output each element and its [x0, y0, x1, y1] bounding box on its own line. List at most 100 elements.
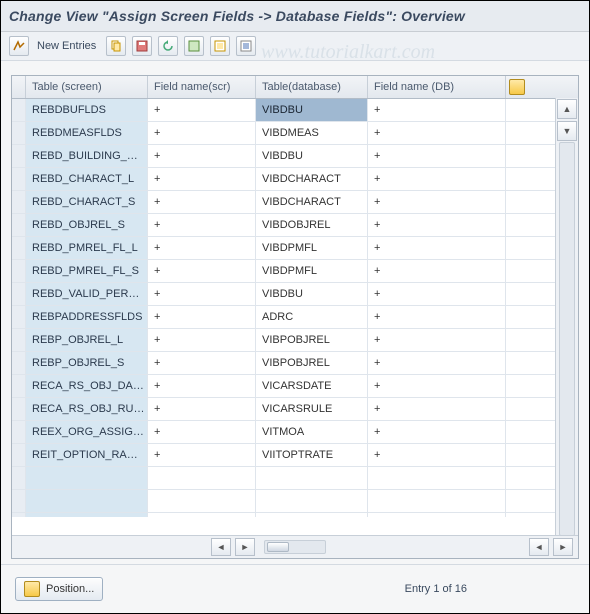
- cell-field-scr[interactable]: +: [148, 145, 256, 167]
- hscroll2-right-button[interactable]: ►: [553, 538, 573, 556]
- cell-table-db[interactable]: VIBDPMFL: [256, 237, 368, 259]
- cell-field-db[interactable]: +: [368, 260, 506, 282]
- table-row[interactable]: REEX_ORG_ASSIG…+VITMOA+: [12, 421, 578, 444]
- row-selector[interactable]: [12, 398, 26, 420]
- cell-field-scr[interactable]: +: [148, 260, 256, 282]
- cell-field-scr[interactable]: +: [148, 329, 256, 351]
- cell-table-db[interactable]: VIBDCHARACT: [256, 191, 368, 213]
- cell-table-screen[interactable]: [26, 490, 148, 512]
- cell-table-db[interactable]: VICARSDATE: [256, 375, 368, 397]
- cell-table-db[interactable]: [256, 513, 368, 517]
- row-selector[interactable]: [12, 283, 26, 305]
- cell-field-db[interactable]: [368, 513, 506, 517]
- table-row[interactable]: REBD_OBJREL_S+VIBDOBJREL+: [12, 214, 578, 237]
- row-selector[interactable]: [12, 260, 26, 282]
- cell-field-db[interactable]: +: [368, 398, 506, 420]
- cell-table-screen[interactable]: REBD_BUILDING_…: [26, 145, 148, 167]
- cell-field-scr[interactable]: +: [148, 398, 256, 420]
- cell-table-db[interactable]: [256, 490, 368, 512]
- cell-field-db[interactable]: +: [368, 444, 506, 466]
- cell-field-db[interactable]: +: [368, 306, 506, 328]
- row-selector[interactable]: [12, 329, 26, 351]
- hscroll-right-button[interactable]: ►: [235, 538, 255, 556]
- cell-table-db[interactable]: VICARSRULE: [256, 398, 368, 420]
- select-all-button[interactable]: [184, 36, 204, 56]
- cell-table-screen[interactable]: REBDBUFLDS: [26, 99, 148, 121]
- row-selector[interactable]: [12, 191, 26, 213]
- undo-button[interactable]: [158, 36, 178, 56]
- cell-field-scr[interactable]: [148, 467, 256, 489]
- cell-table-db[interactable]: VIBPOBJREL: [256, 352, 368, 374]
- deselect-button[interactable]: [210, 36, 230, 56]
- scroll-down-button[interactable]: ▼: [557, 121, 577, 141]
- row-selector-header[interactable]: [12, 76, 26, 98]
- table-row[interactable]: RECA_RS_OBJ_RU…+VICARSRULE+: [12, 398, 578, 421]
- row-selector[interactable]: [12, 467, 26, 489]
- cell-table-db[interactable]: VIBDBU: [256, 283, 368, 305]
- cell-field-db[interactable]: +: [368, 237, 506, 259]
- cell-field-scr[interactable]: [148, 490, 256, 512]
- row-selector[interactable]: [12, 375, 26, 397]
- new-entries-button[interactable]: New Entries: [35, 40, 100, 52]
- row-selector[interactable]: [12, 214, 26, 236]
- cell-table-screen[interactable]: REBD_VALID_PER…: [26, 283, 148, 305]
- cell-table-screen[interactable]: RECA_RS_OBJ_RU…: [26, 398, 148, 420]
- cell-table-screen[interactable]: REBD_PMREL_FL_S: [26, 260, 148, 282]
- row-selector[interactable]: [12, 237, 26, 259]
- row-selector[interactable]: [12, 145, 26, 167]
- cell-field-scr[interactable]: +: [148, 306, 256, 328]
- cell-field-db[interactable]: +: [368, 168, 506, 190]
- cell-field-db[interactable]: [368, 467, 506, 489]
- cell-table-db[interactable]: ADRC: [256, 306, 368, 328]
- cell-table-screen[interactable]: REIT_OPTION_RA…: [26, 444, 148, 466]
- row-selector[interactable]: [12, 122, 26, 144]
- vertical-scroll-track[interactable]: [559, 142, 575, 536]
- cell-field-db[interactable]: +: [368, 191, 506, 213]
- cell-table-db[interactable]: VITMOA: [256, 421, 368, 443]
- cell-table-screen[interactable]: REBP_OBJREL_L: [26, 329, 148, 351]
- table-row[interactable]: [12, 513, 578, 517]
- cell-field-scr[interactable]: +: [148, 214, 256, 236]
- cell-table-screen[interactable]: REBP_OBJREL_S: [26, 352, 148, 374]
- row-selector[interactable]: [12, 421, 26, 443]
- cell-table-screen[interactable]: REBDMEASFLDS: [26, 122, 148, 144]
- cell-table-db[interactable]: VIBDMEAS: [256, 122, 368, 144]
- cell-field-scr[interactable]: +: [148, 283, 256, 305]
- hscroll2-left-button[interactable]: ◄: [529, 538, 549, 556]
- cell-field-scr[interactable]: +: [148, 99, 256, 121]
- cell-table-screen[interactable]: REBD_OBJREL_S: [26, 214, 148, 236]
- toggle-display-button[interactable]: [9, 36, 29, 56]
- cell-field-db[interactable]: +: [368, 145, 506, 167]
- cell-table-db[interactable]: VIBDBU: [256, 99, 368, 121]
- table-row[interactable]: REBPADDRESSFLDS+ADRC+: [12, 306, 578, 329]
- table-row[interactable]: REBD_BUILDING_…+VIBDBU+: [12, 145, 578, 168]
- scroll-up-button[interactable]: ▲: [557, 99, 577, 119]
- row-selector[interactable]: [12, 306, 26, 328]
- col-table-screen[interactable]: Table (screen): [26, 76, 148, 98]
- cell-field-db[interactable]: +: [368, 214, 506, 236]
- row-selector[interactable]: [12, 168, 26, 190]
- cell-table-db[interactable]: VIBDBU: [256, 145, 368, 167]
- cell-field-db[interactable]: +: [368, 352, 506, 374]
- hscroll-left-button[interactable]: ◄: [211, 538, 231, 556]
- cell-field-db[interactable]: [368, 490, 506, 512]
- cell-field-scr[interactable]: +: [148, 444, 256, 466]
- table-row[interactable]: REBD_PMREL_FL_S+VIBDPMFL+: [12, 260, 578, 283]
- row-selector[interactable]: [12, 444, 26, 466]
- hscroll-track-1[interactable]: [264, 540, 326, 554]
- table-row[interactable]: REIT_OPTION_RA…+VIITOPTRATE+: [12, 444, 578, 467]
- save-button[interactable]: [132, 36, 152, 56]
- cell-table-db[interactable]: VIBDPMFL: [256, 260, 368, 282]
- cell-table-db[interactable]: VIITOPTRATE: [256, 444, 368, 466]
- cell-field-db[interactable]: +: [368, 122, 506, 144]
- cell-field-scr[interactable]: +: [148, 191, 256, 213]
- cell-table-screen[interactable]: [26, 467, 148, 489]
- table-row[interactable]: REBDBUFLDS+VIBDBU+: [12, 99, 578, 122]
- cell-table-screen[interactable]: [26, 513, 148, 517]
- table-row[interactable]: REBD_CHARACT_L+VIBDCHARACT+: [12, 168, 578, 191]
- copy-button[interactable]: [106, 36, 126, 56]
- table-row[interactable]: REBD_VALID_PER…+VIBDBU+: [12, 283, 578, 306]
- col-table-db[interactable]: Table(database): [256, 76, 368, 98]
- col-field-scr[interactable]: Field name(scr): [148, 76, 256, 98]
- cell-table-db[interactable]: VIBDCHARACT: [256, 168, 368, 190]
